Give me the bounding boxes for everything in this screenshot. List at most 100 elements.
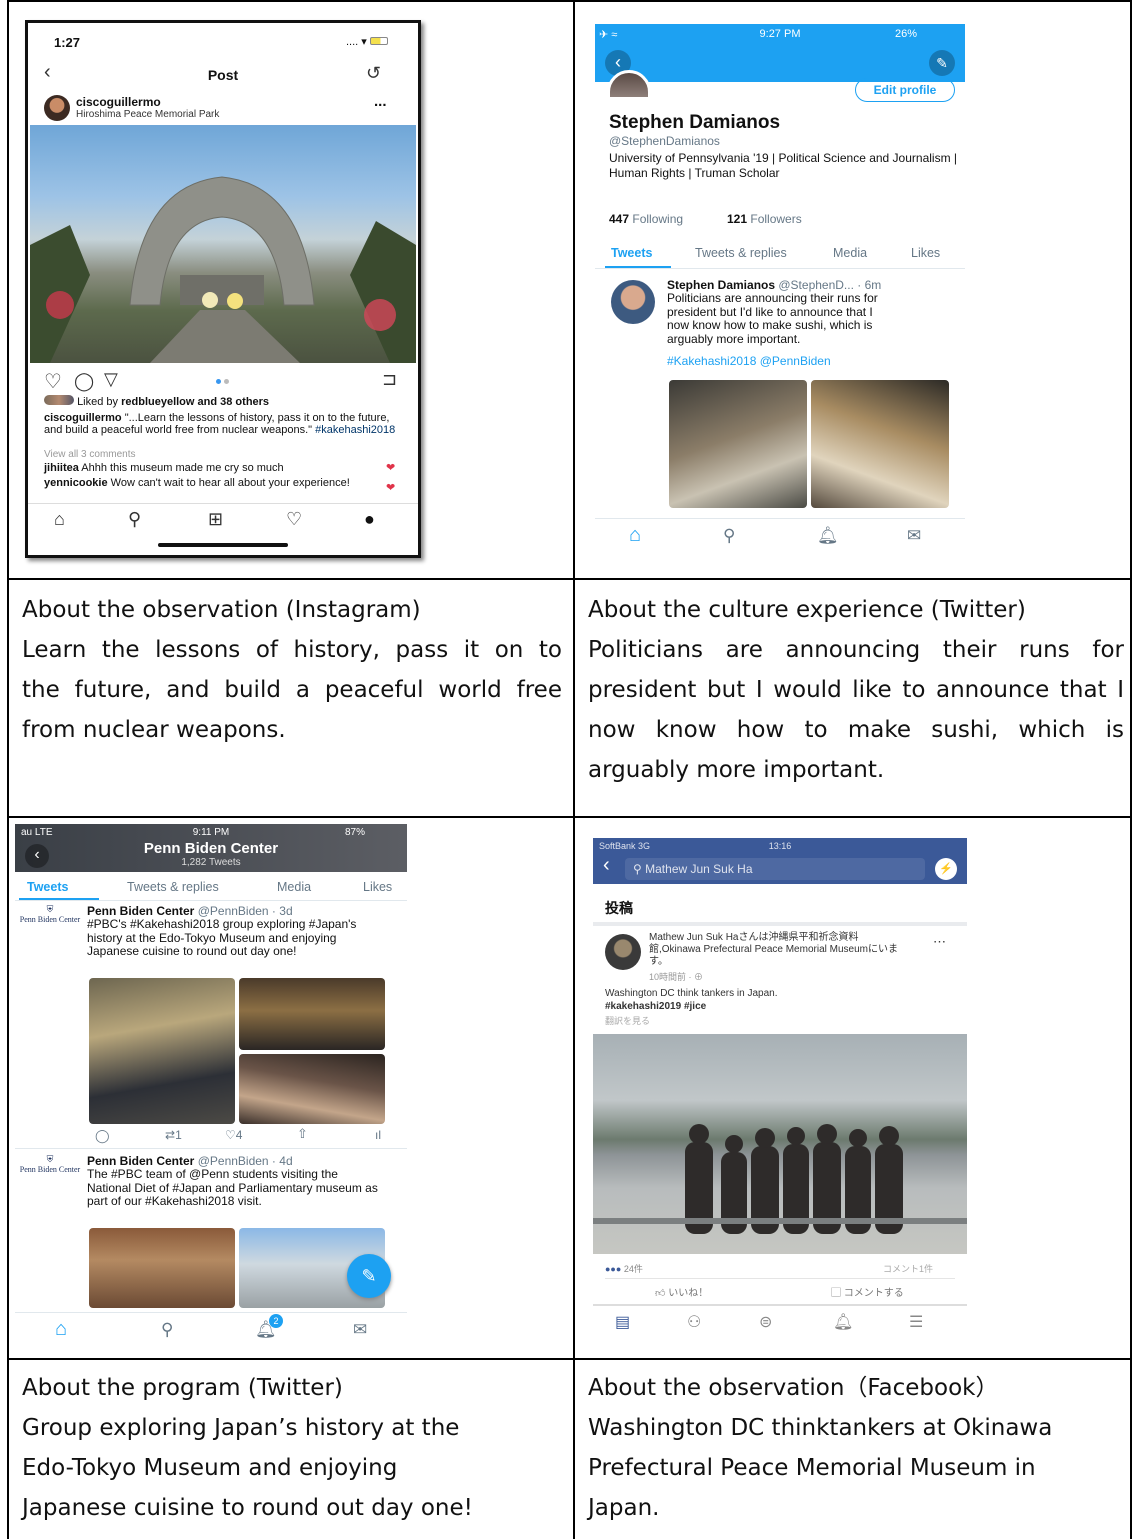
- home-icon[interactable]: ⌂: [55, 1318, 67, 1341]
- post-location[interactable]: Hiroshima Peace Memorial Park: [76, 109, 219, 120]
- marketplace-icon[interactable]: ⊜: [759, 1312, 772, 1332]
- messages-envelope-icon[interactable]: ✉: [353, 1320, 367, 1340]
- like-button[interactable]: 👍︎ いいね！: [655, 1284, 708, 1299]
- messenger-icon[interactable]: ⚡: [935, 858, 957, 880]
- comment-like-icon[interactable]: ❤: [386, 481, 395, 494]
- tab-tweets[interactable]: Tweets: [611, 246, 652, 260]
- reactions-count[interactable]: ●●● 24件: [605, 1262, 643, 1275]
- penn-biden-logo[interactable]: ⛨ Penn Biden Center: [19, 1154, 81, 1174]
- comment-user[interactable]: jihiitea: [44, 462, 79, 474]
- compose-tweet-icon[interactable]: ✎: [929, 50, 955, 76]
- notifications-bell-icon[interactable]: 🔔︎: [833, 1312, 853, 1332]
- caption-line: Japanese cuisine to round out day one!: [22, 1495, 473, 1521]
- followers-number: 121: [727, 212, 748, 226]
- tweet-text: The #PBC team of @Penn students visiting…: [87, 1167, 378, 1208]
- caption-line: arguably more important.: [588, 757, 885, 783]
- bookmark-icon[interactable]: ⊐: [382, 369, 397, 390]
- liked-user[interactable]: redblueyellow: [121, 396, 194, 408]
- facebook-screenshot: SoftBank 3G 13:16 ‹ ⚲ Mathew Jun Suk Ha …: [593, 838, 967, 1346]
- liked-rest[interactable]: and 38 others: [198, 396, 270, 408]
- profile-icon[interactable]: ●: [364, 509, 375, 530]
- home-icon[interactable]: ⌂: [629, 524, 641, 547]
- tweet-avatar[interactable]: [611, 280, 655, 324]
- tab-likes[interactable]: Likes: [911, 246, 940, 260]
- home-icon[interactable]: ⌂: [54, 509, 65, 530]
- post-author-line[interactable]: Mathew Jun Suk Haさんは沖縄県平和祈念資料館,Okinawa P…: [649, 932, 899, 968]
- comments-count[interactable]: コメント1件: [883, 1262, 933, 1275]
- tweet-author[interactable]: Stephen Damianos: [667, 278, 775, 292]
- compose-tweet-button[interactable]: ✎: [347, 1254, 391, 1298]
- post-hashtags[interactable]: #kakehashi2019 #jice: [605, 1001, 706, 1012]
- group-photo[interactable]: [239, 978, 385, 1050]
- comment-button[interactable]: ▢ コメントする: [831, 1284, 904, 1299]
- reply-icon[interactable]: ◯: [95, 1128, 110, 1144]
- tweet-tags[interactable]: #Kakehashi2018 @PennBiden: [667, 354, 831, 368]
- tab-divider: [595, 268, 965, 269]
- diet-chamber-photo[interactable]: [89, 1228, 235, 1308]
- like-icon: ♡: [225, 1128, 236, 1142]
- messages-envelope-icon[interactable]: ✉: [907, 526, 921, 546]
- comment-user[interactable]: yennicookie: [44, 477, 108, 489]
- sushi-photo-left[interactable]: [669, 380, 807, 508]
- share-icon[interactable]: ▽: [104, 369, 118, 390]
- post-more-icon[interactable]: ⋯: [933, 934, 946, 950]
- tab-likes[interactable]: Likes: [363, 880, 392, 894]
- dinner-photo[interactable]: [239, 1054, 385, 1124]
- penn-biden-logo[interactable]: ⛨ Penn Biden Center: [19, 904, 81, 924]
- twitter-profile-screenshot: ✈ ≈ 9:27 PM 26% ‹ ✎ Edit profile Stephen…: [595, 24, 965, 558]
- followers-count[interactable]: 121 Followers: [727, 212, 802, 226]
- comparison-table: 1:27 .... ▾ ‹ Post ↺ ciscoguillermo Hiro…: [7, 0, 1132, 1539]
- tab-tweets[interactable]: Tweets: [27, 880, 68, 894]
- refresh-icon[interactable]: ↺: [366, 63, 381, 84]
- tweet-author[interactable]: Penn Biden Center: [87, 904, 194, 918]
- retweet-icon: ⇄: [165, 1128, 176, 1142]
- back-chevron-icon[interactable]: ‹: [603, 854, 610, 877]
- museum-photo[interactable]: [89, 978, 235, 1124]
- comment-like-icon[interactable]: ❤: [386, 461, 395, 474]
- tab-tweets-replies[interactable]: Tweets & replies: [695, 246, 787, 260]
- view-all-comments[interactable]: View all 3 comments: [44, 449, 136, 460]
- status-battery: 87%: [345, 827, 366, 838]
- new-post-icon[interactable]: ⊞: [208, 509, 223, 530]
- analytics-icon[interactable]: ıl: [375, 1128, 381, 1142]
- account-title: Penn Biden Center: [143, 840, 279, 857]
- post-author-avatar[interactable]: [605, 934, 641, 970]
- retweet-count: 1: [175, 1128, 182, 1142]
- bottom-nav: [593, 1304, 967, 1306]
- caption-hashtag[interactable]: #kakehashi2018: [315, 424, 395, 436]
- menu-icon[interactable]: ☰: [909, 1312, 923, 1332]
- news-feed-icon[interactable]: ▤: [615, 1312, 630, 1332]
- tweet-author[interactable]: Penn Biden Center: [87, 1154, 194, 1168]
- search-icon[interactable]: ⚲: [161, 1320, 173, 1340]
- comment-icon[interactable]: ◯: [74, 371, 94, 392]
- search-icon[interactable]: ⚲: [723, 526, 735, 546]
- caption-line: Japan.: [588, 1495, 660, 1521]
- liked-by-line[interactable]: Liked by redblueyellow and 38 others: [44, 395, 269, 408]
- following-count[interactable]: 447 Following: [609, 212, 683, 226]
- share-icon[interactable]: ⇧: [297, 1126, 308, 1142]
- post-username[interactable]: ciscoguillermo: [76, 95, 161, 109]
- more-options[interactable]: ...: [374, 93, 387, 110]
- caption-title: About the program (Twitter): [22, 1375, 343, 1401]
- caption-user[interactable]: ciscoguillermo: [44, 412, 122, 424]
- logo-text: Penn Biden Center: [19, 1165, 81, 1174]
- heart-icon[interactable]: ♡: [44, 369, 62, 394]
- notifications-bell-icon[interactable]: 🔔︎: [817, 526, 839, 546]
- tweet-header: Stephen Damianos @StephenD... · 6m: [667, 278, 957, 292]
- friends-icon[interactable]: ⚇: [687, 1312, 701, 1332]
- search-bar[interactable]: ⚲ Mathew Jun Suk Ha: [625, 858, 925, 880]
- reaction-icons: ●●●: [605, 1264, 622, 1274]
- see-translation[interactable]: 翻訳を見る: [605, 1014, 650, 1027]
- edit-profile-button[interactable]: Edit profile: [855, 78, 955, 102]
- like-button[interactable]: ♡4: [225, 1128, 242, 1142]
- activity-heart-icon[interactable]: ♡: [286, 509, 302, 530]
- group-photo[interactable]: [593, 1034, 967, 1254]
- avatar[interactable]: [44, 95, 70, 121]
- tab-media[interactable]: Media: [277, 880, 311, 894]
- retweet-button[interactable]: ⇄1: [165, 1128, 182, 1142]
- search-icon[interactable]: ⚲: [128, 509, 141, 530]
- tab-tweets-replies[interactable]: Tweets & replies: [127, 880, 219, 894]
- tab-media[interactable]: Media: [833, 246, 867, 260]
- sushi-photo-right[interactable]: [811, 380, 949, 508]
- caption-instagram: About the observation (Instagram) Learn …: [22, 590, 562, 750]
